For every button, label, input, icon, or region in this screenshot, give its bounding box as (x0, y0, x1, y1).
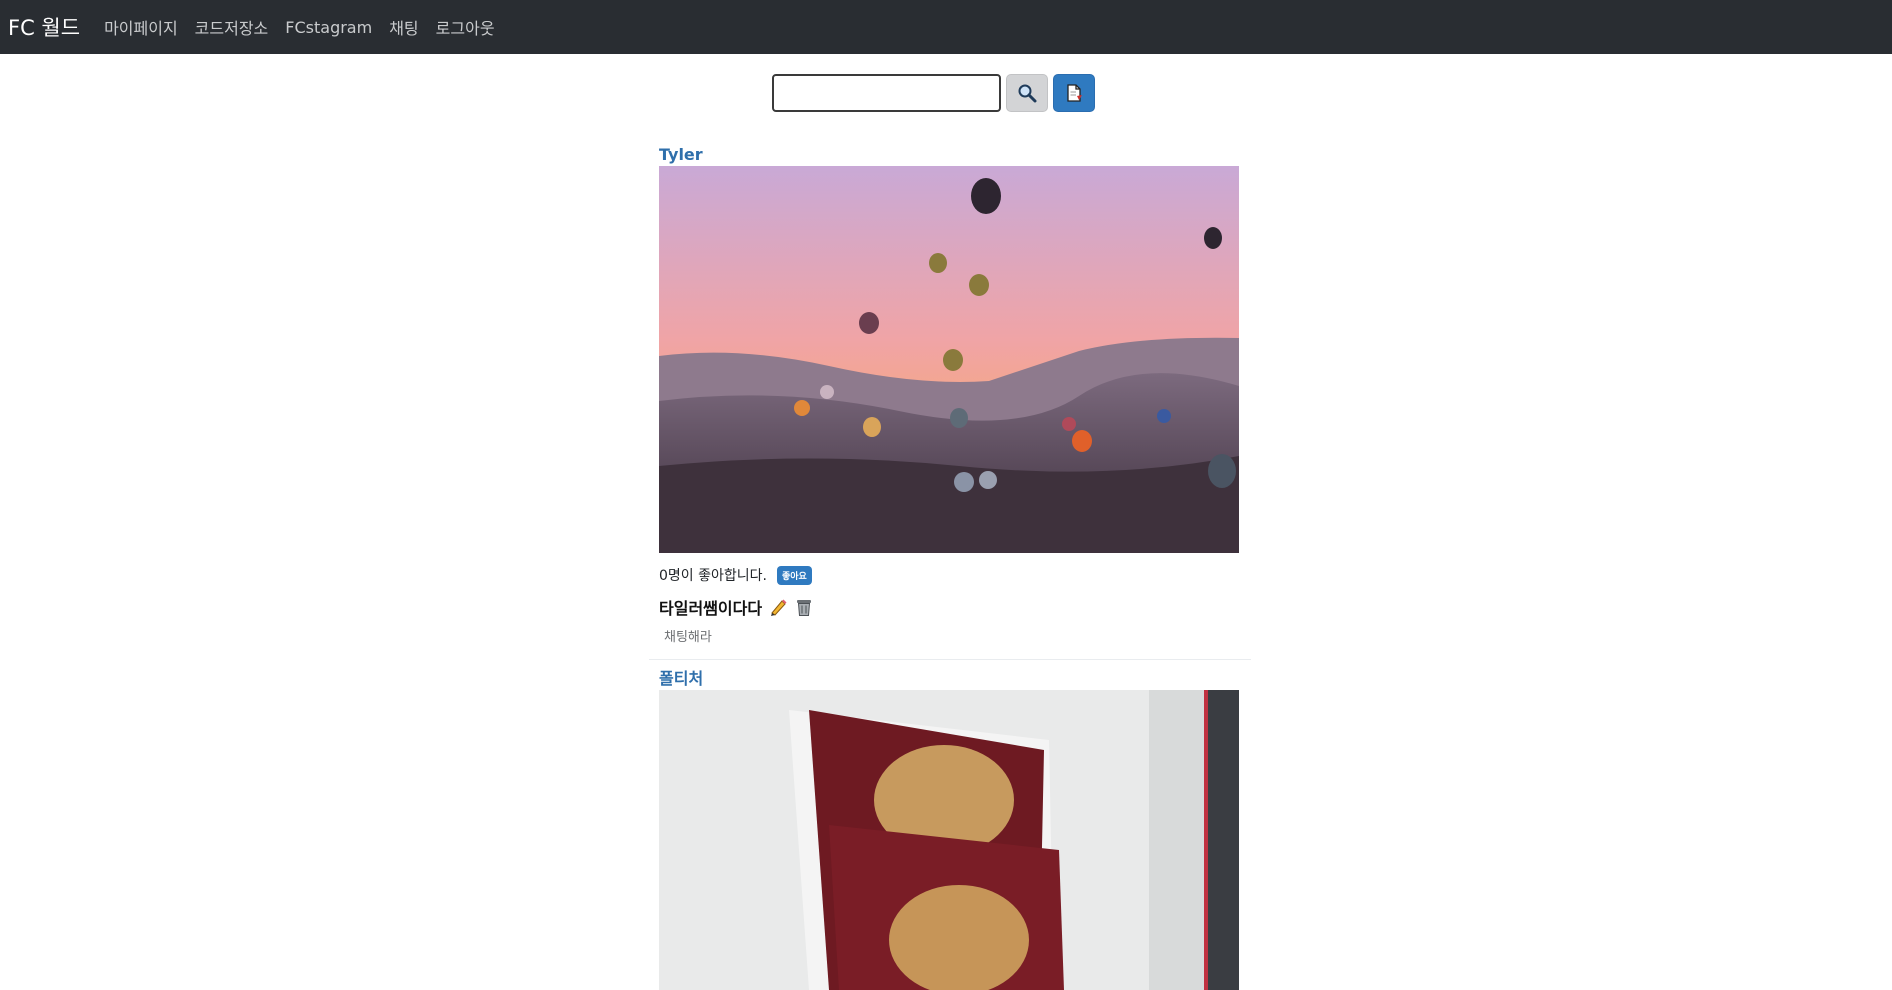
post-feed: Tyler 0명이 좋아합니다. 좋아요 타일러쌤이다다 채팅해라 폴티처 (649, 136, 1251, 990)
post-title-row: 타일러쌤이다다 (659, 596, 1241, 618)
search-bar (772, 74, 1095, 112)
nav-link-fcstagram[interactable]: FCstagram (285, 18, 372, 37)
post-body: 채팅해라 (664, 630, 712, 645)
search-button[interactable] (1006, 74, 1048, 112)
post-title: 타일러쌤이다다 (659, 599, 763, 618)
brand-logo[interactable]: FC 월드 (8, 12, 80, 42)
write-post-button[interactable] (1053, 74, 1095, 112)
nav-link-mypage[interactable]: 마이페이지 (104, 15, 178, 39)
navbar: FC 월드 마이페이지 코드저장소 FCstagram 채팅 로그아웃 (0, 0, 1892, 54)
search-input[interactable] (772, 74, 1001, 112)
post-card: 폴티처 (649, 660, 1251, 990)
post-author[interactable]: 폴티처 (659, 660, 1241, 690)
like-button[interactable]: 좋아요 (776, 565, 812, 585)
post-author[interactable]: Tyler (659, 136, 1241, 166)
likes-count: 0명이 좋아합니다. (659, 568, 767, 584)
post-card: Tyler 0명이 좋아합니다. 좋아요 타일러쌤이다다 채팅해라 (649, 136, 1251, 645)
nav-link-chat[interactable]: 채팅 (389, 15, 418, 39)
post-photo-balloons (659, 166, 1239, 553)
pencil-icon[interactable] (768, 597, 788, 617)
post-photo-cookies (659, 690, 1239, 990)
magnifier-icon (1018, 84, 1037, 103)
write-document-icon (1067, 84, 1082, 102)
nav-link-code-repo[interactable]: 코드저장소 (195, 15, 269, 39)
trash-icon[interactable] (794, 597, 814, 617)
likes-row: 0명이 좋아합니다. 좋아요 (659, 564, 1241, 586)
nav-link-logout[interactable]: 로그아웃 (436, 15, 495, 39)
